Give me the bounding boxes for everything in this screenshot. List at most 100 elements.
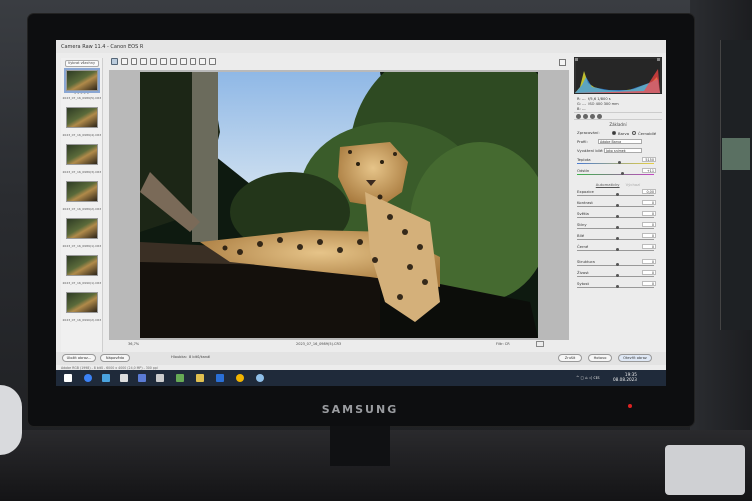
filmstrip-item[interactable]: 2023_07_16_0989(3).CR3 — [63, 144, 101, 174]
profile-row: Profil: Adobe Barva — [574, 139, 662, 148]
slider-value[interactable]: 0 — [642, 233, 656, 238]
thumbnail-image[interactable] — [65, 181, 98, 202]
filmstrip-item[interactable]: 2023_07_16_0989(1).CR3 — [63, 218, 101, 248]
slider-value[interactable]: 0 — [642, 259, 656, 264]
zoom-level[interactable]: 36,7% — [128, 342, 139, 346]
thumbnail-image[interactable] — [65, 292, 98, 313]
temp-label: Teplota — [577, 157, 591, 162]
cancel-button[interactable]: Zrušit — [558, 354, 582, 362]
thumbnail-image[interactable] — [63, 68, 100, 93]
app2-icon[interactable] — [156, 374, 164, 382]
detail-tab-icon[interactable] — [590, 114, 595, 119]
slider-value[interactable]: 0 — [642, 270, 656, 275]
slider-value[interactable]: 0 — [642, 281, 656, 286]
done-button[interactable]: Hotovo — [588, 354, 612, 362]
app-icon[interactable] — [138, 374, 146, 382]
monitor-brand: SAMSUNG — [321, 403, 399, 416]
before-after-toggle[interactable] — [536, 341, 544, 347]
slider-knob[interactable] — [615, 274, 619, 277]
rgb-r: R: --- — [577, 97, 586, 101]
filmstrip-item[interactable]: 2023_07_16_0990(2).CR3 — [63, 292, 101, 322]
rgb-b: B: --- — [577, 107, 586, 111]
filmstrip-item[interactable]: ★★★★★ 2023_07_16_0989(5).CR3 — [63, 68, 101, 100]
hsl-tab-icon[interactable] — [597, 114, 602, 119]
store-icon[interactable] — [102, 374, 110, 382]
straighten-tool-icon[interactable] — [160, 58, 167, 65]
hand-tool-icon[interactable] — [120, 58, 128, 65]
histogram — [574, 57, 662, 94]
white-balance-tool-icon[interactable] — [130, 58, 138, 65]
explorer-icon[interactable] — [120, 374, 128, 382]
profile-select[interactable]: Adobe Barva — [598, 139, 642, 144]
select-all-button[interactable]: Vybrat všechny — [64, 60, 99, 67]
rotate-left-icon[interactable] — [189, 58, 197, 65]
slider-value[interactable]: 0 — [642, 200, 656, 205]
tone-curve-tab-icon[interactable] — [583, 114, 588, 119]
thumbnail-image[interactable] — [65, 144, 98, 165]
help-button[interactable]: Nápověda — [100, 354, 130, 362]
fullscreen-icon[interactable] — [559, 59, 566, 66]
red-eye-tool-icon[interactable] — [179, 58, 187, 65]
preferences-icon[interactable] — [209, 58, 216, 65]
slider-knob[interactable] — [615, 204, 619, 207]
system-tray[interactable]: ^ ◻ ⌂ ◁ ᴄᴇs — [576, 375, 600, 380]
clock-date: 08.08.2023 — [613, 377, 637, 382]
treatment-color-radio[interactable] — [612, 131, 616, 135]
edge-icon[interactable] — [84, 374, 92, 382]
spot-removal-tool-icon[interactable] — [169, 58, 177, 65]
slider-value[interactable]: 0 — [642, 211, 656, 216]
temp-slider-knob[interactable] — [618, 161, 621, 164]
thumbnail-image[interactable] — [65, 255, 98, 276]
temp-slider-track[interactable] — [577, 163, 654, 164]
auto-default-row: Automaticky Výchozí — [574, 182, 662, 187]
crop-tool-icon[interactable] — [150, 58, 158, 65]
save-image-button[interactable]: Uložit obraz... — [62, 354, 96, 362]
treatment-bw-radio[interactable] — [632, 131, 636, 135]
slider-knob[interactable] — [615, 215, 619, 218]
workflow-depth-value[interactable]: 8 bitů/kanál — [189, 355, 210, 359]
leopard-photo[interactable] — [140, 72, 538, 338]
wb-row: Vyvážení bílé: Jako snímek — [574, 148, 662, 157]
wb-select[interactable]: Jako snímek — [604, 148, 642, 153]
slider-value[interactable]: 0,00 — [642, 189, 656, 194]
tint-value[interactable]: +11 — [642, 168, 656, 173]
slider-knob[interactable] — [615, 237, 619, 240]
tint-row: Odstín +11 — [574, 168, 662, 179]
thumbnail-image[interactable] — [65, 218, 98, 239]
slider-knob[interactable] — [615, 248, 619, 251]
slider-knob[interactable] — [615, 226, 619, 229]
clock[interactable]: 19:35 08.08.2023 — [613, 372, 637, 382]
thumbnail-image[interactable] — [65, 107, 98, 128]
tint-slider-track[interactable] — [577, 174, 654, 175]
auto-button[interactable]: Automaticky — [596, 182, 620, 187]
slider-value[interactable]: 0 — [642, 244, 656, 249]
slider-row: Sytost 0 — [574, 281, 662, 292]
folder-icon[interactable] — [196, 374, 204, 382]
app3-icon[interactable] — [176, 374, 184, 382]
photoshop-icon[interactable] — [216, 374, 224, 382]
filmstrip-item[interactable]: 2023_07_16_0989(4).CR3 — [63, 107, 101, 137]
zoom-tool-icon[interactable] — [111, 58, 118, 65]
start-icon[interactable] — [64, 374, 72, 382]
slider-label: Struktura — [577, 259, 595, 264]
temp-value[interactable]: 5150 — [642, 157, 656, 162]
slider-label: Kontrast — [577, 200, 593, 205]
filmstrip-item[interactable]: 2023_07_16_0990(1).CR3 — [63, 255, 101, 285]
rotate-right-icon[interactable] — [199, 58, 207, 65]
color-sampler-tool-icon[interactable] — [140, 58, 148, 65]
filmstrip-item[interactable]: 2023_07_16_0989(2).CR3 — [63, 181, 101, 211]
open-image-button[interactable]: Otevřít obraz — [618, 354, 652, 362]
filter-dropdown[interactable]: Filtr: CR — [496, 342, 510, 346]
image-canvas[interactable] — [109, 70, 569, 340]
slider-knob[interactable] — [615, 193, 619, 196]
tint-slider-knob[interactable] — [621, 172, 624, 175]
default-button[interactable]: Výchozí — [626, 182, 641, 187]
thumbnail-filename: 2023_07_16_0989(1).CR3 — [62, 244, 102, 248]
app4-icon[interactable] — [256, 374, 264, 382]
slider-knob[interactable] — [615, 263, 619, 266]
chrome-icon[interactable] — [236, 374, 244, 382]
slider-value[interactable]: 0 — [642, 222, 656, 227]
slider-knob[interactable] — [615, 285, 619, 288]
basic-tab-icon[interactable] — [576, 114, 581, 119]
thumbnail-filename: 2023_07_16_0989(2).CR3 — [62, 207, 102, 211]
